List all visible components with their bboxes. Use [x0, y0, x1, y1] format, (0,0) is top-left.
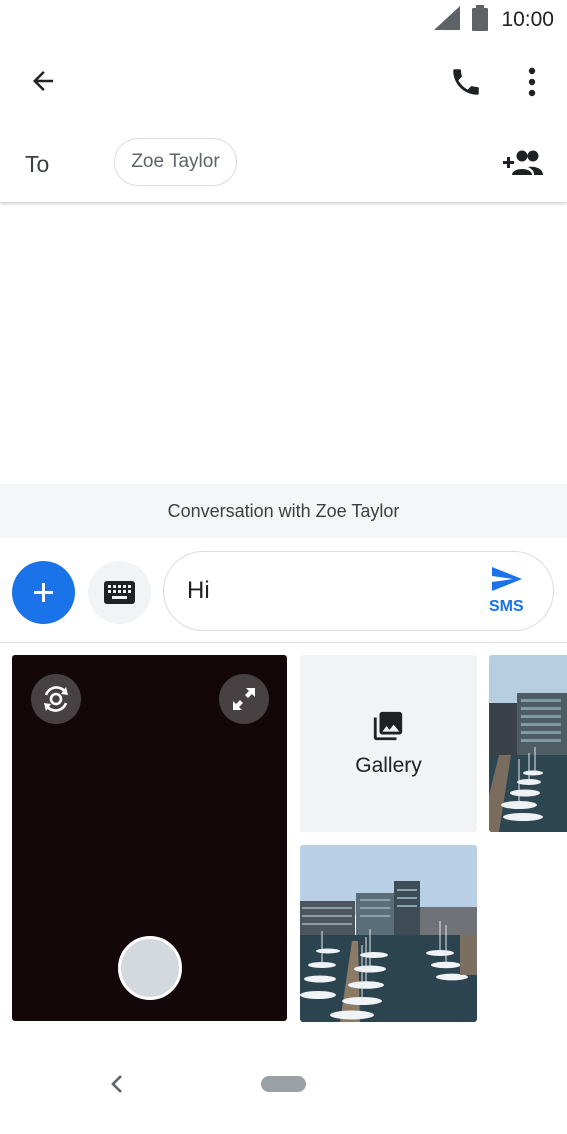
keyboard-button[interactable] [88, 561, 151, 624]
plus-icon [34, 583, 53, 602]
add-people-icon[interactable] [502, 148, 544, 178]
marina-photo [489, 655, 567, 832]
shutter-button[interactable] [118, 936, 182, 1000]
gallery-tile[interactable] [300, 655, 477, 832]
send-icon[interactable] [491, 566, 523, 592]
camera-switch-button[interactable] [31, 674, 81, 724]
recipients-bar [0, 124, 567, 202]
gallery-label: Gallery [355, 754, 422, 777]
battery-icon [472, 5, 488, 31]
keyboard-icon [104, 581, 135, 604]
to-label: To [25, 151, 50, 177]
conversation-caption: Conversation with Zoe Taylor [0, 484, 567, 538]
nav-home-button[interactable] [261, 1076, 306, 1092]
nav-back-icon[interactable] [106, 1072, 128, 1096]
marina-photo [300, 845, 477, 1022]
app-bar [0, 40, 567, 124]
add-attachment-button[interactable] [12, 561, 75, 624]
divider [0, 642, 567, 643]
arrow-back-icon[interactable] [28, 66, 58, 96]
photo-thumbnail[interactable] [489, 655, 567, 832]
fullscreen-button[interactable] [219, 674, 269, 724]
photo-library-icon [373, 711, 403, 741]
status-bar: 10:00 [0, 0, 567, 40]
fullscreen-icon [233, 688, 255, 710]
phone-icon[interactable] [449, 65, 483, 99]
camera-switch-icon [44, 686, 68, 712]
photo-thumbnail[interactable] [300, 845, 477, 1022]
signal-icon [434, 6, 460, 30]
message-text[interactable]: Hi [187, 577, 210, 605]
recipient-chip[interactable]: Zoe Taylor [114, 138, 237, 186]
send-mode-label[interactable]: SMS [489, 598, 524, 616]
status-time: 10:00 [501, 8, 554, 31]
more-vert-icon[interactable] [520, 66, 544, 98]
